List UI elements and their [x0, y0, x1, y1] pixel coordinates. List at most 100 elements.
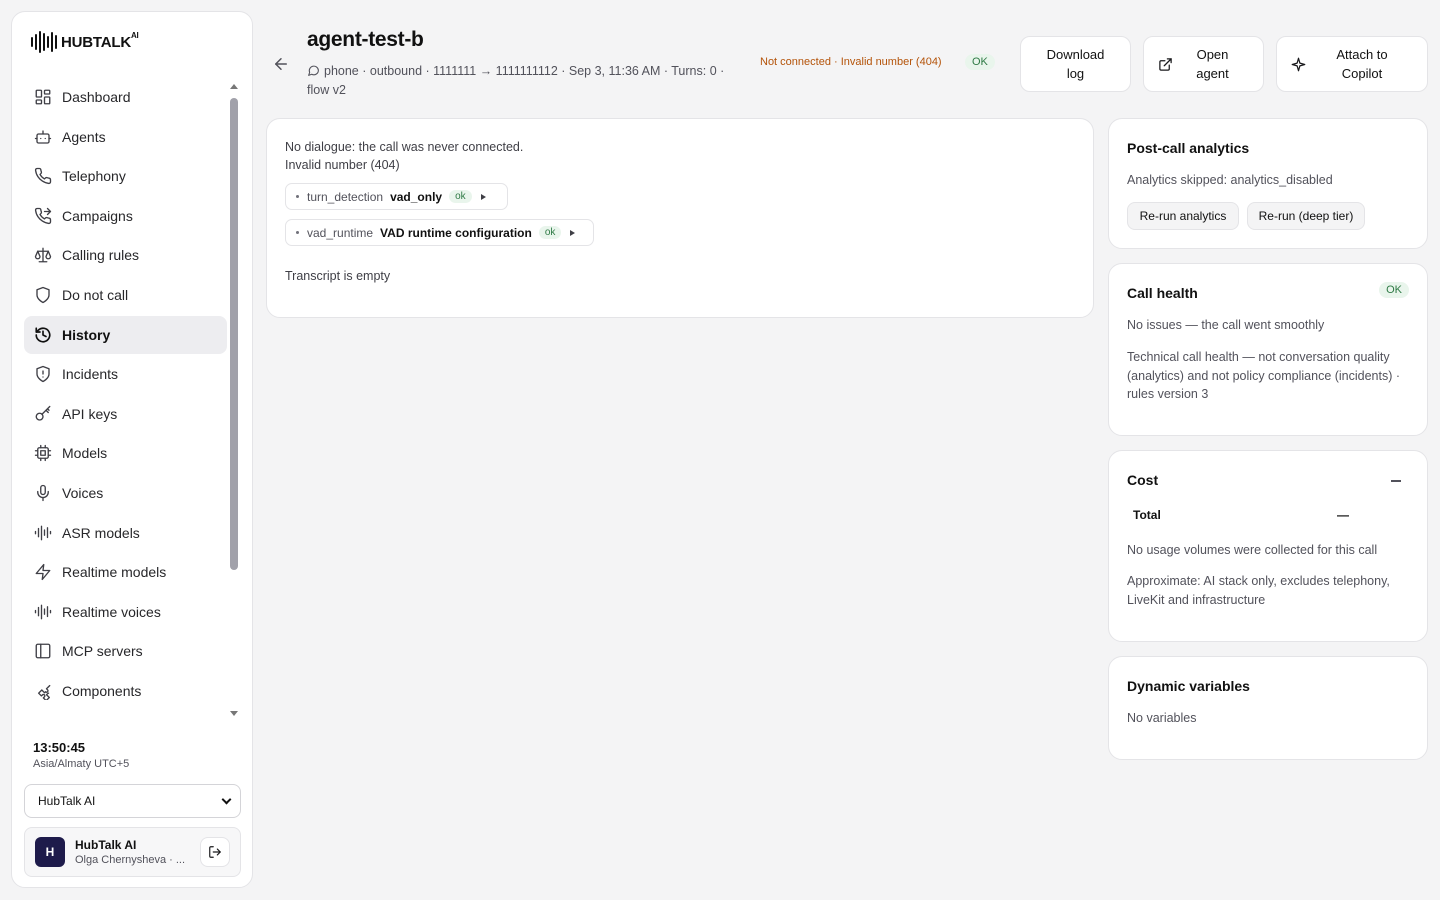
user-subtitle: Olga Chernysheva · ...: [75, 854, 186, 866]
scroll-up-arrow-icon[interactable]: [230, 84, 238, 89]
bullet-icon: [296, 231, 299, 234]
cpu-icon: [34, 445, 52, 462]
sidebar-item-label: Agents: [62, 128, 106, 145]
sparkle-icon: [1291, 57, 1306, 72]
connection-status: Not connected · Invalid number (404): [760, 56, 942, 68]
sidebar-item-label: Dashboard: [62, 89, 131, 105]
post-call-analytics-panel: Post-call analytics Analytics skipped: a…: [1108, 118, 1428, 249]
attach-to-copilot-button[interactable]: Attach to Copilot: [1276, 36, 1428, 92]
sidebar-item-voices[interactable]: Voices: [24, 474, 227, 512]
no-dialogue-reason: Invalid number (404): [285, 158, 400, 172]
user-name: HubTalk AI: [75, 838, 137, 852]
history-icon: [35, 326, 51, 343]
chevron-down-icon: [221, 794, 232, 804]
logout-icon: [209, 846, 221, 858]
sidebar-item-label: Calling rules: [62, 247, 140, 264]
sidebar-item-realtime-models[interactable]: Realtime models: [24, 553, 227, 591]
config-chip-vad-runtime[interactable]: vad_runtime VAD runtime configuration ok: [285, 219, 594, 246]
sidebar-item-api-keys[interactable]: API keys: [24, 395, 227, 433]
sidebar-item-dashboard[interactable]: Dashboard: [24, 78, 227, 116]
user-card[interactable]: H HubTalk AI Olga Chernysheva · ...: [24, 827, 241, 877]
sidebar-item-realtime-voices[interactable]: Realtime voices: [24, 593, 227, 631]
sidebar-item-agents[interactable]: Agents: [24, 118, 227, 156]
bot-icon: [34, 129, 52, 144]
message-circle-icon: [308, 65, 319, 76]
logout-button[interactable]: [200, 837, 230, 867]
cost-panel: Cost Total — No usage volumes were colle…: [1108, 450, 1428, 642]
organization-select-value: HubTalk AI: [38, 794, 96, 808]
scrollbar-thumb[interactable]: [230, 98, 238, 570]
sidebar-item-label: Do not call: [62, 286, 129, 303]
sidebar-item-label: API keys: [62, 405, 118, 422]
open-agent-button[interactable]: Open agent: [1143, 36, 1264, 92]
panel-title: Post-call analytics: [1127, 140, 1250, 156]
call-meta-text: · outbound · 1111111 → 1111111112 · Sep …: [307, 64, 725, 97]
back-arrow-icon[interactable]: [272, 55, 290, 73]
chip-value: VAD runtime configuration: [380, 225, 532, 240]
cost-total-row: Total —: [1133, 508, 1353, 522]
sidebar-item-telephony[interactable]: Telephony: [24, 157, 227, 195]
variables-empty-message: No variables: [1127, 711, 1197, 725]
chip-value: vad_only: [390, 189, 443, 204]
sidebar-scrollbar[interactable]: [229, 84, 239, 716]
phone-icon: [34, 168, 52, 185]
sidebar: HUBTALKAI Dashboard Agents Telephony Campai…: [11, 11, 253, 888]
dashboard-icon: [35, 89, 51, 105]
call-channel: phone: [324, 64, 359, 78]
sidebar-item-asr-models[interactable]: ASR models: [24, 514, 227, 552]
cost-total-value: —: [1337, 508, 1349, 522]
config-chip-turn-detection[interactable]: turn_detection vad_only ok: [285, 183, 508, 210]
dynamic-variables-panel: Dynamic variables No variables: [1108, 656, 1428, 760]
audio-lines-icon: [34, 525, 52, 540]
sidebar-item-models[interactable]: Models: [24, 434, 227, 472]
rerun-deep-tier-button[interactable]: Re-run (deep tier): [1247, 202, 1365, 230]
health-status-badge: OK: [1379, 282, 1409, 298]
expand-caret-icon: [570, 229, 576, 236]
shield-icon: [36, 286, 50, 304]
clock-timezone: Asia/Almaty UTC+5: [33, 758, 130, 770]
call-meta: phone · outbound · 1111111 → 1111111112 …: [307, 62, 739, 100]
sidebar-item-mcp-servers[interactable]: MCP servers: [24, 632, 227, 670]
scale-icon: [34, 247, 52, 263]
chip-key: turn_detection: [307, 189, 384, 204]
puzzle-icon: [37, 684, 51, 700]
sidebar-item-label: Components: [62, 682, 142, 699]
cost-empty-message: No usage volumes were collected for this…: [1127, 543, 1378, 557]
sidebar-item-calling-rules[interactable]: Calling rules: [24, 236, 227, 274]
sidebar-item-do-not-call[interactable]: Do not call: [24, 276, 227, 314]
sidebar-nav: Dashboard Agents Telephony Campaigns Calling…: [24, 78, 227, 712]
scroll-down-arrow-icon[interactable]: [230, 711, 238, 716]
mic-icon: [37, 484, 49, 502]
external-link-icon: [1159, 58, 1172, 71]
brand-logo[interactable]: HUBTALKAI: [31, 31, 139, 53]
clock-time: 13:50:45: [33, 740, 86, 755]
transcript-empty-message: Transcript is empty: [285, 269, 391, 283]
no-dialogue-text: No dialogue: the call was never connecte…: [285, 140, 524, 154]
panel-icon: [35, 643, 51, 659]
cost-note: Approximate: AI stack only, excludes tel…: [1127, 574, 1390, 607]
sidebar-item-label: Campaigns: [62, 207, 133, 224]
panel-title: Dynamic variables: [1127, 678, 1250, 694]
sidebar-item-history[interactable]: History: [24, 315, 227, 354]
sidebar-item-components[interactable]: Components: [24, 672, 227, 710]
download-log-label: Download log: [1046, 47, 1105, 81]
sidebar-item-incidents[interactable]: Incidents: [24, 355, 227, 393]
panel-title: Call health: [1127, 285, 1198, 301]
rerun-analytics-button[interactable]: Re-run analytics: [1127, 202, 1239, 230]
health-summary: No issues — the call went smoothly: [1127, 318, 1325, 332]
transcript-card: No dialogue: the call was never connecte…: [266, 118, 1094, 318]
sidebar-item-label: Models: [62, 445, 108, 462]
audio-lines-icon: [34, 604, 52, 620]
organization-select[interactable]: HubTalk AI: [24, 784, 241, 818]
collapse-icon[interactable]: [1391, 480, 1401, 482]
sidebar-item-label: Realtime voices: [62, 603, 161, 620]
waveform-logo-icon: [31, 31, 57, 53]
download-log-button[interactable]: Download log: [1020, 36, 1131, 92]
chip-key: vad_runtime: [307, 225, 374, 240]
brand-name: HUBTALKAI: [61, 30, 139, 51]
phone-forward-icon: [34, 207, 52, 224]
sidebar-item-campaigns[interactable]: Campaigns: [24, 197, 227, 235]
call-health-panel: Call health OK No issues — the call went…: [1108, 263, 1428, 436]
shield-alert-icon: [36, 365, 50, 383]
sidebar-item-label: Voices: [62, 484, 104, 501]
